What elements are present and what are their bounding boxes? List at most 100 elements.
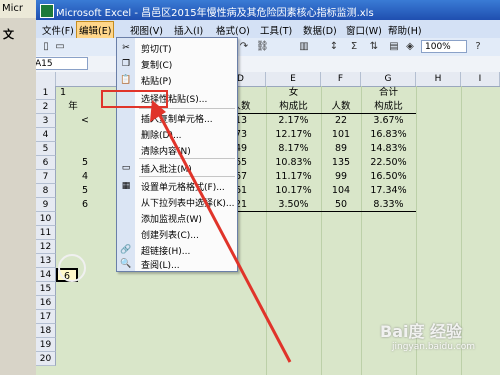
copy-icon: ❐ xyxy=(121,59,131,69)
scissors-icon: ✂ xyxy=(122,43,130,53)
column-headers: D E F G H I xyxy=(36,72,500,87)
name-box[interactable]: A15 xyxy=(36,57,88,70)
help-icon[interactable]: ? xyxy=(472,41,484,53)
window-title: Microsoft Excel - 昌邑区2015年慢性病及其危险因素核心指标监… xyxy=(56,8,374,19)
menu-data[interactable]: 数据(D) xyxy=(301,22,339,38)
outer-window-title: Micr xyxy=(2,3,24,14)
row-header[interactable]: 10 xyxy=(36,212,56,226)
menu-file[interactable]: 文件(F) xyxy=(40,22,76,38)
row-header[interactable]: 15 xyxy=(36,282,56,296)
column-header-e[interactable]: E xyxy=(266,72,321,86)
column-header-h[interactable]: H xyxy=(416,72,461,86)
menu-edit[interactable]: 编辑(E) xyxy=(76,21,115,39)
cell[interactable]: 104 xyxy=(321,184,361,198)
redo-icon[interactable]: ↷ xyxy=(238,41,250,53)
cell[interactable]: 16.83% xyxy=(361,128,416,142)
cell[interactable]: 99 xyxy=(321,170,361,184)
column-header-i[interactable]: I xyxy=(461,72,500,86)
paste-icon: 📋 xyxy=(120,75,132,85)
cell[interactable]: 11.17% xyxy=(266,170,321,184)
menu-item-format-cells[interactable]: ▦ 设置单元格格式(F)... xyxy=(117,178,237,194)
menu-item-create-list[interactable]: 创建列表(C)... xyxy=(117,226,237,242)
cell[interactable]: 2.17% xyxy=(266,114,321,128)
menu-item-cut[interactable]: ✂ 剪切(T) xyxy=(117,40,237,56)
cell[interactable]: 22.50% xyxy=(361,156,416,170)
zoom-select[interactable]: 100% xyxy=(421,40,467,53)
drawing-icon[interactable]: ◈ xyxy=(404,41,416,53)
menu-tools[interactable]: 工具(T) xyxy=(258,22,294,38)
cell[interactable]: 10.83% xyxy=(266,156,321,170)
menu-item-clear-contents[interactable]: 清除内容(N) xyxy=(117,142,237,158)
cell[interactable]: 89 xyxy=(321,142,361,156)
row-header[interactable]: 16 xyxy=(36,296,56,310)
menu-item-paste[interactable]: 📋 粘贴(P) xyxy=(117,72,237,88)
row-header[interactable]: 2 xyxy=(36,100,56,114)
cell[interactable]: 16.50% xyxy=(361,170,416,184)
menu-item-copy[interactable]: ❐ 复制(C) xyxy=(117,56,237,72)
cell-b-fragment: < xyxy=(81,115,89,126)
menu-item-label: 添加监视点(W) xyxy=(141,215,202,225)
autosum-icon[interactable]: Σ xyxy=(348,41,360,53)
sort-asc-icon[interactable]: ⇅ xyxy=(368,41,380,53)
format-cells-icon: ▦ xyxy=(121,181,131,191)
menu-item-label: 设置单元格格式(F)... xyxy=(141,183,225,193)
sort-icon[interactable]: ↕ xyxy=(328,41,340,53)
cell[interactable]: 3.50% xyxy=(266,198,321,212)
row-header[interactable]: 4 xyxy=(36,128,56,142)
row-header[interactable]: 12 xyxy=(36,240,56,254)
menu-item-label: 清除内容(N) xyxy=(141,147,191,157)
row-header[interactable]: 7 xyxy=(36,170,56,184)
menu-help[interactable]: 帮助(H) xyxy=(386,22,424,38)
menu-item-delete[interactable]: 删除(D)... xyxy=(117,126,237,142)
cell[interactable]: 17.34% xyxy=(361,184,416,198)
open-icon[interactable]: ▭ xyxy=(54,41,66,53)
row-header[interactable]: 17 xyxy=(36,310,56,324)
row-header[interactable]: 8 xyxy=(36,184,56,198)
row-header[interactable]: 5 xyxy=(36,142,56,156)
row-header[interactable]: 6 xyxy=(36,156,56,170)
menu-item-insert-comment[interactable]: ▭ 插入批注(M) xyxy=(117,160,237,176)
cell[interactable]: 12.17% xyxy=(266,128,321,142)
row-header[interactable]: 11 xyxy=(36,226,56,240)
row-header[interactable]: 18 xyxy=(36,324,56,338)
row-header[interactable]: 19 xyxy=(36,338,56,352)
menu-item-label: 查阅(L)... xyxy=(141,261,180,271)
menu-window[interactable]: 窗口(W) xyxy=(344,22,384,38)
new-icon[interactable]: ▯ xyxy=(40,41,52,53)
menu-view[interactable]: 视图(V) xyxy=(128,22,165,38)
cell[interactable]: 22 xyxy=(321,114,361,128)
column-header-f[interactable]: F xyxy=(321,72,361,86)
row-header[interactable]: 13 xyxy=(36,254,56,268)
cell[interactable]: 10.17% xyxy=(266,184,321,198)
menu-item-insert-copied-cells[interactable]: 插入复制单元格... xyxy=(117,110,237,126)
menu-item-label: 复制(C) xyxy=(141,61,173,71)
row-header[interactable]: 3 xyxy=(36,114,56,128)
row-header[interactable]: 9 xyxy=(36,198,56,212)
cell[interactable]: 14.83% xyxy=(361,142,416,156)
menu-item-lookup[interactable]: 🔍 查阅(L)... xyxy=(117,256,237,272)
hyperlink-toolbar-icon[interactable]: ⛓ xyxy=(256,41,269,53)
cell[interactable]: 8.33% xyxy=(361,198,416,212)
row-header[interactable]: 14 xyxy=(36,268,56,282)
menu-item-add-watch[interactable]: 添加监视点(W) xyxy=(117,210,237,226)
cell[interactable]: 135 xyxy=(321,156,361,170)
row-header[interactable]: 20 xyxy=(36,352,56,366)
cell[interactable]: 101 xyxy=(321,128,361,142)
cell-b-fragment: 年 xyxy=(68,101,78,112)
hyperlink-icon: 🔗 xyxy=(120,245,132,255)
comment-icon: ▭ xyxy=(121,163,131,173)
standard-toolbar: ▯ ▭ ✎ ↶ ↷ ⛓ ▥ ↕ Σ ⇅ ▤ ◈ 100% ? xyxy=(36,38,500,57)
row-header[interactable]: 1 xyxy=(36,86,56,100)
chart-icon[interactable]: ▥ xyxy=(298,41,310,53)
outer-menu-fragment[interactable]: 文 xyxy=(3,26,14,42)
cell[interactable]: 50 xyxy=(321,198,361,212)
menu-item-pick-from-list[interactable]: 从下拉列表中选择(K)... xyxy=(117,194,237,210)
cell[interactable]: 8.17% xyxy=(266,142,321,156)
menu-format[interactable]: 格式(O) xyxy=(214,22,252,38)
column-header-g[interactable]: G xyxy=(361,72,416,86)
select-all-corner[interactable] xyxy=(36,72,56,86)
cell[interactable]: 3.67% xyxy=(361,114,416,128)
chart-wizard-icon[interactable]: ▤ xyxy=(388,41,400,53)
menu-insert[interactable]: 插入(I) xyxy=(172,22,205,38)
formula-bar: A15 xyxy=(36,56,500,73)
